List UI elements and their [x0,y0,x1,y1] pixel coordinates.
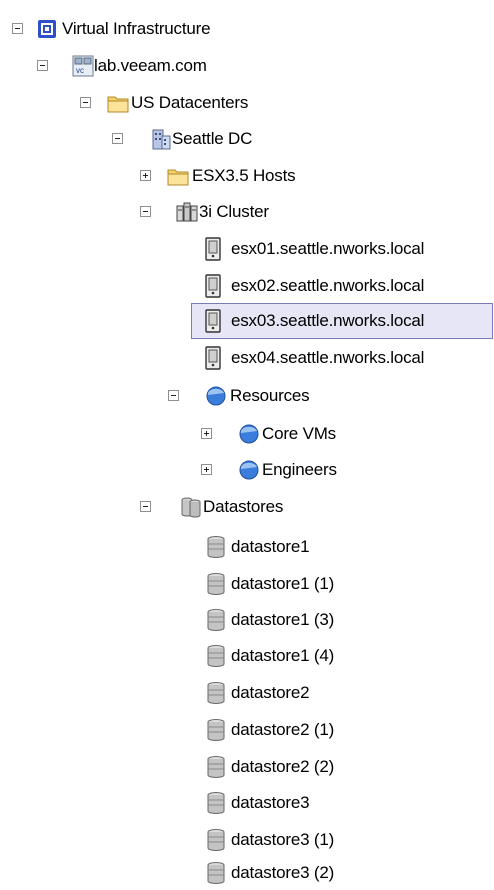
tree-node-seattle-dc[interactable]: Seattle DC [0,124,494,154]
tree-node-datastore[interactable]: datastore2 (1) [0,715,494,745]
node-label: ESX3.5 Hosts [192,166,296,185]
datacenter-icon [150,127,172,151]
node-label: datastore2 (2) [231,757,335,776]
node-label: Resources [230,386,310,405]
datastore-icon [205,828,227,852]
datastore-icon [205,608,227,632]
datastore-icon [205,718,227,742]
node-label: datastore3 (1) [231,830,335,849]
node-label: 3i Cluster [199,202,269,221]
tree-node-datastore[interactable]: datastore1 [0,532,494,562]
tree-node-vcenter[interactable]: vc lab.veeam.com [0,51,494,81]
expand-toggle[interactable] [201,464,212,475]
tree-node-host[interactable]: esx04.seattle.nworks.local [0,343,494,373]
node-label: datastore3 [231,793,310,812]
tree-node-datastore[interactable]: datastore1 (4) [0,641,494,671]
collapse-toggle[interactable] [168,390,179,401]
resource-pool-icon [238,422,260,446]
vcenter-icon: vc [72,54,94,78]
host-server-icon [202,274,224,298]
tree-node-resource-pool[interactable]: Engineers [0,455,494,485]
folder-icon [107,91,129,115]
tree-node-datastore[interactable]: datastore1 (1) [0,569,494,599]
tree-node-host-selected[interactable]: esx03.seattle.nworks.local [0,306,494,336]
node-label: datastore3 (2) [231,863,335,882]
tree-node-us-datacenters[interactable]: US Datacenters [0,88,494,118]
datastore-icon [205,861,227,885]
datastores-icon [180,495,202,519]
node-label: US Datacenters [131,93,249,112]
collapse-toggle[interactable] [37,60,48,71]
host-server-icon [202,346,224,370]
collapse-toggle[interactable] [140,206,151,217]
tree-node-host[interactable]: esx01.seattle.nworks.local [0,234,494,264]
inventory-tree: Virtual Infrastructure vc lab.veeam.com … [0,0,494,890]
node-label: datastore1 (4) [231,646,335,665]
node-label: datastore2 (1) [231,720,335,739]
datastore-icon [205,644,227,668]
tree-node-datastore[interactable]: datastore2 (2) [0,752,494,782]
virtual-infrastructure-icon [36,17,58,41]
node-label: esx02.seattle.nworks.local [231,276,425,295]
node-label: esx04.seattle.nworks.local [231,348,425,367]
node-label: datastore1 (1) [231,574,335,593]
node-label: lab.veeam.com [94,56,207,75]
node-label: Engineers [262,460,337,479]
folder-icon [167,164,189,188]
node-label: Seattle DC [172,129,253,148]
collapse-toggle[interactable] [80,97,91,108]
node-label: datastore2 [231,683,310,702]
collapse-toggle[interactable] [12,23,23,34]
tree-node-datastore[interactable]: datastore1 (3) [0,605,494,635]
datastore-icon [205,572,227,596]
tree-node-datastores[interactable]: Datastores [0,492,494,522]
svg-text:vc: vc [76,66,84,75]
datastore-icon [205,791,227,815]
tree-node-virtual-infrastructure[interactable]: Virtual Infrastructure [0,14,494,44]
tree-node-datastore[interactable]: datastore2 [0,678,494,708]
node-label: Core VMs [262,424,336,443]
collapse-toggle[interactable] [140,501,151,512]
tree-node-resources[interactable]: Resources [0,381,494,411]
node-label: datastore1 (3) [231,610,335,629]
resource-pool-icon [238,458,260,482]
resource-pool-icon [205,384,227,408]
tree-node-esx35-hosts[interactable]: ESX3.5 Hosts [0,161,494,191]
node-label: esx03.seattle.nworks.local [231,311,425,330]
collapse-toggle[interactable] [112,133,123,144]
node-label: esx01.seattle.nworks.local [231,239,425,258]
expand-toggle[interactable] [140,170,151,181]
tree-node-datastore[interactable]: datastore3 [0,788,494,818]
datastore-icon [205,681,227,705]
host-server-icon [202,237,224,261]
tree-node-3i-cluster[interactable]: 3i Cluster [0,197,494,227]
expand-toggle[interactable] [201,428,212,439]
node-label: datastore1 [231,537,310,556]
tree-node-host[interactable]: esx02.seattle.nworks.local [0,271,494,301]
node-label: Virtual Infrastructure [62,19,211,38]
host-server-icon [202,309,224,333]
tree-node-datastore[interactable]: datastore3 (2) [0,858,494,888]
datastore-icon [205,535,227,559]
node-label: Datastores [203,497,284,516]
tree-node-datastore[interactable]: datastore3 (1) [0,825,494,855]
tree-node-resource-pool[interactable]: Core VMs [0,419,494,449]
cluster-icon [176,200,198,224]
datastore-icon [205,755,227,779]
